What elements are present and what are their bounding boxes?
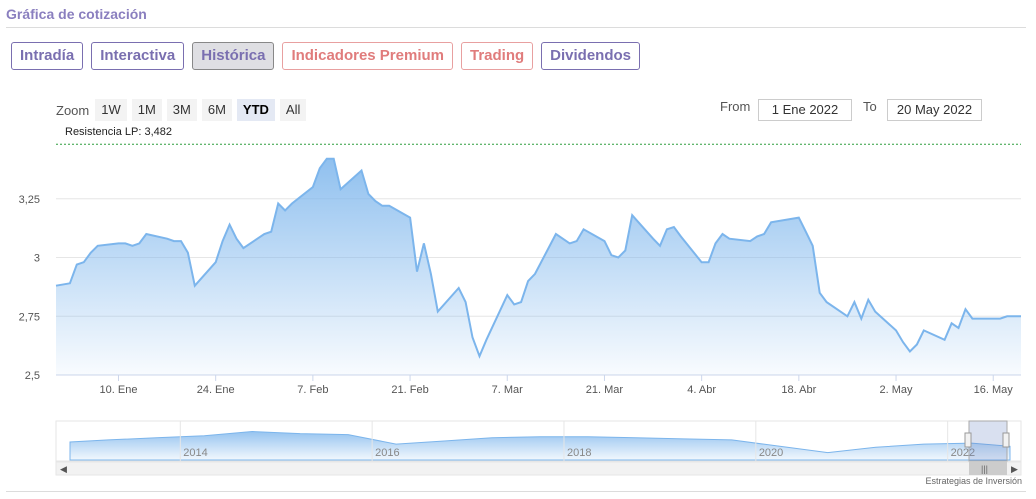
zoom-3m-button[interactable]: 3M: [166, 99, 197, 121]
navigator-year-label: 2020: [759, 447, 783, 459]
x-tick-label: 21. Mar: [586, 384, 624, 396]
navigator-selection[interactable]: [968, 420, 1008, 462]
price-chart: Resistencia LP: 3,482 2,5 2,75 3 3,25 10. E…: [19, 126, 1022, 476]
range-from-input[interactable]: 1 Ene 2022: [758, 99, 852, 121]
scrollbar-grip-icon: |||: [981, 464, 988, 474]
navigator-year-label: 2018: [567, 447, 591, 459]
navigator-frame: [55, 420, 1022, 462]
x-tick-label: 7. Feb: [297, 384, 328, 396]
scroll-left-icon[interactable]: ◀: [60, 464, 67, 474]
navigator-left-handle[interactable]: [964, 432, 972, 448]
zoom-1w-button[interactable]: 1W: [95, 99, 127, 121]
y-tick-label: 2,5: [25, 370, 40, 382]
zoom-label: Zoom: [56, 102, 90, 118]
zoom-all-button[interactable]: All: [279, 99, 307, 121]
scroll-right-icon[interactable]: ▶: [1011, 464, 1018, 474]
x-tick-label: 16. May: [974, 384, 1014, 396]
tab-trading[interactable]: Trading: [461, 42, 534, 70]
scrollbar-track[interactable]: [55, 461, 1022, 476]
x-tick-label: 21. Feb: [391, 384, 428, 396]
tab-intradia[interactable]: Intradía: [11, 42, 84, 70]
tab-indicadores-premium[interactable]: Indicadores Premium: [282, 42, 453, 70]
zoom-6m-button[interactable]: 6M: [201, 99, 232, 121]
x-tick-label: 4. Abr: [687, 384, 716, 396]
scrollbar-thumb[interactable]: [969, 462, 1007, 475]
chart-type-tabs: Intradía Interactiva Histórica Indicador…: [11, 42, 641, 70]
navigator-series: [69, 430, 1011, 461]
title-divider: [6, 27, 1026, 28]
y-tick-label: 2,75: [19, 311, 40, 323]
resistance-label: Resistencia LP: 3,482: [65, 126, 172, 138]
watermark: Estrategias de Inversión: [925, 476, 1022, 486]
x-tick-label: 24. Ene: [197, 384, 235, 396]
zoom-selector: Zoom 1W 1M 3M 6M YTD All: [56, 99, 311, 121]
range-from-label: From: [720, 99, 751, 114]
chart-grid: [56, 198, 1021, 376]
x-tick-label: 7. Mar: [492, 384, 524, 396]
navigator-right-handle[interactable]: [1002, 432, 1010, 448]
range-to-input[interactable]: 20 May 2022: [887, 99, 982, 121]
x-tick-label: 2. May: [880, 384, 914, 396]
navigator-year-label: 2022: [951, 447, 975, 459]
zoom-1m-button[interactable]: 1M: [131, 99, 162, 121]
price-line: [55, 157, 1021, 359]
y-tick-label: 3,25: [19, 194, 40, 206]
y-axis: 2,5 2,75 3 3,25: [19, 194, 40, 382]
x-tick-label: 18. Abr: [781, 384, 816, 396]
tab-historica[interactable]: Histórica: [192, 42, 275, 70]
x-axis: 10. Ene 24. Ene 7. Feb 21. Feb 7. Mar 21. Mar…: [100, 375, 1014, 396]
zoom-ytd-button[interactable]: YTD: [236, 99, 275, 121]
navigator: 2014 2016 2018 2020 2022 ◀ ▶ |||: [55, 420, 1022, 476]
x-tick-label: 10. Ene: [100, 384, 138, 396]
price-area: [56, 158, 1021, 375]
bottom-divider: [6, 491, 1026, 492]
navigator-axis: 2014 2016 2018 2020 2022: [179, 421, 975, 461]
y-tick-label: 3: [34, 253, 40, 265]
navigator-year-label: 2016: [375, 447, 399, 459]
tab-dividendos[interactable]: Dividendos: [541, 42, 641, 70]
tab-interactiva[interactable]: Interactiva: [91, 42, 185, 70]
navigator-year-label: 2014: [183, 447, 207, 459]
page-title: Gráfica de cotización: [6, 6, 147, 22]
range-to-label: To: [863, 99, 877, 114]
